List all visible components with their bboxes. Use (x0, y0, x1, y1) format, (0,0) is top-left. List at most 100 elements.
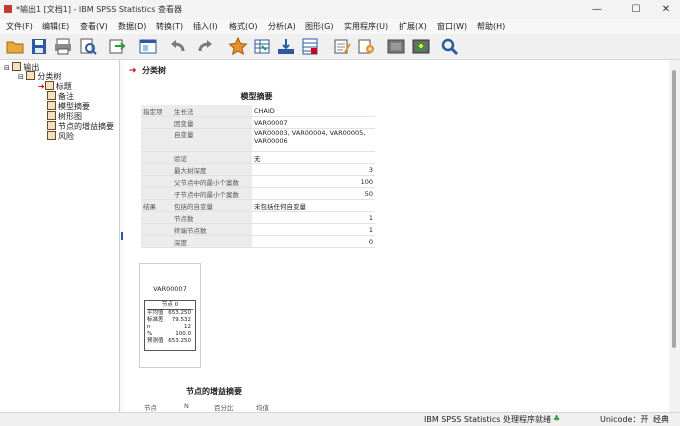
tree-item-label: 树形图 (58, 112, 82, 121)
insert-title-icon[interactable] (356, 37, 376, 56)
node-row-n: n 12 (145, 324, 195, 331)
menu-data[interactable]: 数据(D) (118, 21, 146, 32)
scrollbar-thumb[interactable] (672, 70, 676, 348)
table-row: 父节点中的最小个案数 100 (141, 175, 375, 188)
menu-extensions[interactable]: 扩展(X) (399, 21, 427, 32)
row-label: 包括的自变量 (172, 199, 252, 212)
row-value: 0 (252, 235, 375, 248)
node-row-label: 平均值 (147, 310, 164, 316)
menu-graphs[interactable]: 图形(G) (305, 21, 333, 32)
row-group (141, 223, 172, 236)
table-row: 验证无 (141, 151, 375, 164)
goto-case-icon[interactable] (252, 37, 272, 56)
row-value: CHAID (252, 105, 375, 117)
export-icon[interactable] (107, 37, 127, 56)
table-row: 结果 包括的自变量 未包括任何自变量 (141, 199, 375, 212)
model-summary-table[interactable]: 指定项 生长法 CHAID 因变量 VAR00007 自变量 VAR00003, VAR… (141, 105, 375, 248)
gain-header-n: N (184, 402, 189, 410)
table-row: 节点数 1 (141, 211, 375, 224)
menu-file[interactable]: 文件(F) (6, 21, 33, 32)
insert-text-icon[interactable] (386, 37, 406, 56)
menu-bar: 文件(F) 编辑(E) 查看(V) 数据(D) 转换(T) 插入(I) 格式(O… (0, 19, 680, 34)
tree-node-0[interactable]: 节点 0 平均值 653.250 标准差 79.532 n 12 % 100.0 预测值… (144, 300, 196, 351)
menu-transform[interactable]: 转换(T) (156, 21, 183, 32)
table-row: 因变量 VAR00007 (141, 116, 375, 129)
node-row-percent: % 100.0 (145, 331, 195, 338)
row-label: 终端节点数 (172, 223, 252, 236)
row-group: 指定项 (141, 105, 172, 117)
variables-icon[interactable] (300, 37, 320, 56)
row-label: 深度 (172, 235, 252, 248)
undo-icon[interactable] (168, 37, 188, 56)
outline-tree-pane: ⊟ 输出 ⊟ 分类树 ➔ 标题 备注 模型摘要 树形图 节点的增益摘要 风险 (0, 60, 120, 412)
minimize-button[interactable]: — (583, 2, 611, 17)
gain-summary-title: 节点的增益摘要 (186, 387, 242, 396)
output-content-pane: ➔ 分类树 模型摘要 指定项 生长法 CHAID 因变量 VAR00007 自变量 VA… (124, 60, 669, 412)
row-group (141, 116, 172, 129)
print-preview-icon[interactable] (78, 37, 98, 56)
node-row-label: n (147, 324, 151, 330)
redo-icon[interactable] (195, 37, 215, 56)
row-group (141, 235, 172, 248)
recall-dialog-icon[interactable] (138, 37, 158, 56)
collapse-icon[interactable]: ⊟ (18, 73, 24, 81)
goto-variable-icon[interactable] (276, 37, 296, 56)
tree-item-label: 节点的增益摘要 (58, 122, 114, 131)
goto-data-icon[interactable] (228, 36, 248, 56)
insert-heading-icon[interactable] (332, 37, 352, 56)
find-icon[interactable] (440, 37, 460, 56)
tree-group-label: 分类树 (37, 72, 62, 81)
menu-format[interactable]: 格式(O) (229, 21, 258, 32)
status-bar: IBM SPSS Statistics 处理程序就绪 ♣ Unicode：开 经… (0, 412, 680, 426)
maximize-button[interactable]: ☐ (622, 2, 650, 17)
processor-status: IBM SPSS Statistics 处理程序就绪 (424, 415, 552, 424)
table-item-icon (47, 131, 56, 140)
row-value: VAR00003, VAR00004, VAR00005, VAR00006 (252, 128, 375, 152)
gain-header-node: 节点 (144, 404, 157, 412)
row-label: 自变量 (172, 128, 252, 152)
save-icon[interactable] (29, 37, 49, 56)
notes-item-icon (47, 91, 56, 100)
row-group (141, 187, 172, 200)
table-item-icon (47, 101, 56, 110)
tree-diagram[interactable]: VAR00007 节点 0 平均值 653.250 标准差 79.532 n 12 %… (139, 263, 201, 368)
window-title: *输出1 [文档1] - IBM SPSS Statistics 查看器 (16, 5, 182, 14)
open-icon[interactable] (5, 37, 25, 56)
row-value: 100 (252, 175, 375, 188)
menu-window[interactable]: 窗口(W) (437, 21, 467, 32)
tree-item-risk[interactable]: 风险 (47, 131, 74, 142)
node-row-value: 79.532 (171, 317, 191, 323)
close-button[interactable]: ✕ (652, 2, 680, 17)
title-item-icon (44, 81, 54, 90)
splitter-handle[interactable] (121, 232, 123, 240)
node-row-mean: 平均值 653.250 (145, 310, 195, 317)
section-title: 分类树 (142, 66, 166, 75)
show-hide-icon[interactable] (411, 37, 431, 56)
print-icon[interactable] (53, 37, 73, 56)
row-group (141, 151, 172, 164)
table-row: 最大树深度 3 (141, 163, 375, 176)
row-value: 无 (252, 151, 375, 164)
menu-utilities[interactable]: 实用程序(U) (344, 21, 388, 32)
toolbar (0, 34, 680, 60)
chart-item-icon (47, 111, 56, 120)
mode-status: 经典 (653, 415, 669, 424)
gain-header-percent: 百分比 (214, 404, 234, 412)
unicode-status: Unicode：开 (600, 415, 649, 424)
tree-item-label: 风险 (58, 132, 74, 141)
menu-help[interactable]: 帮助(H) (477, 21, 505, 32)
vertical-scrollbar[interactable] (669, 60, 680, 412)
node-header: 节点 0 (161, 302, 179, 308)
menu-analyze[interactable]: 分析(A) (268, 21, 296, 32)
menu-insert[interactable]: 插入(I) (193, 21, 218, 32)
collapse-icon[interactable]: ⊟ (4, 64, 10, 72)
row-group: 结果 (141, 199, 172, 212)
row-label: 子节点中的最小个案数 (172, 187, 252, 200)
tree-item-label: 模型摘要 (58, 102, 90, 111)
node-row-predicted: 预测值 653.250 (145, 338, 195, 345)
row-group (141, 211, 172, 224)
menu-view[interactable]: 查看(V) (80, 21, 108, 32)
menu-edit[interactable]: 编辑(E) (42, 21, 69, 32)
row-group (141, 175, 172, 188)
row-value: 1 (252, 211, 375, 224)
